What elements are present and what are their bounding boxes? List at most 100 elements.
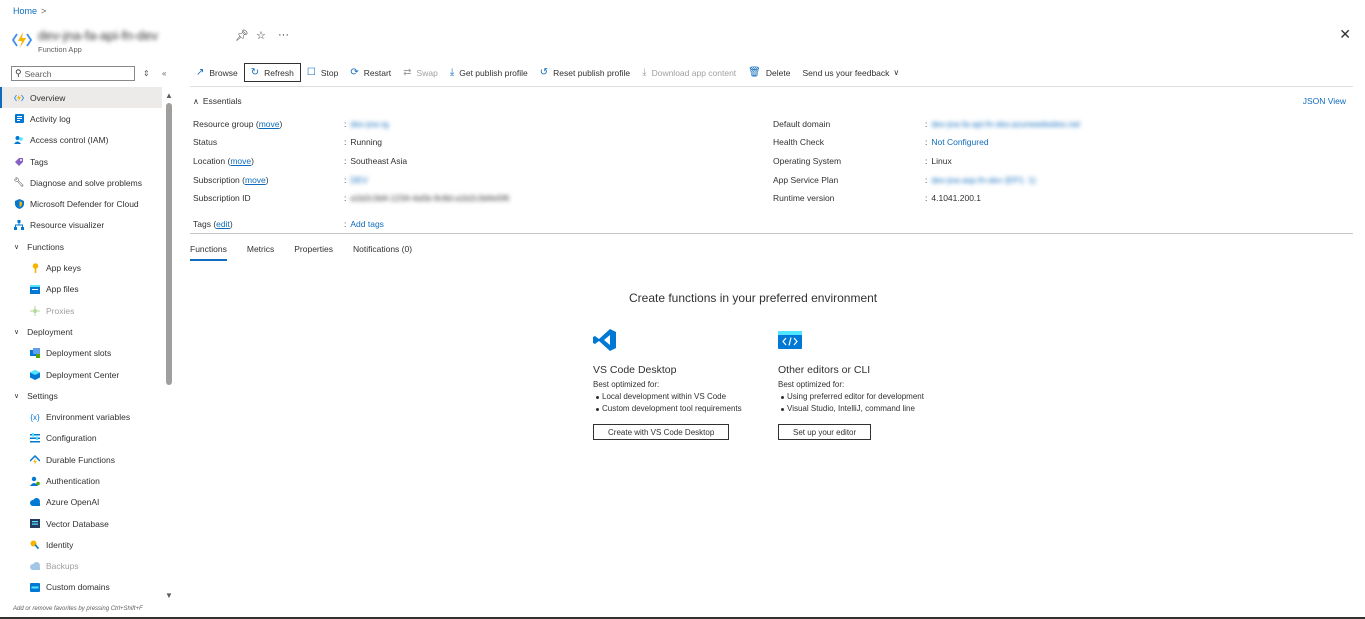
resource-group-move-link[interactable]: move xyxy=(259,119,280,129)
sidebar-item-deployment-center[interactable]: Deployment Center xyxy=(0,364,162,385)
app-service-plan-link[interactable]: dev-jna-asp-fn-dev (EP1: 1) xyxy=(931,175,1035,185)
sidebar-item-vector-database[interactable]: Vector Database xyxy=(0,513,162,534)
sidebar-scrollbar[interactable]: ▲ ▼ xyxy=(165,91,173,601)
function-app-icon xyxy=(12,32,32,48)
restart-button[interactable]: ⟳ Restart xyxy=(344,63,397,82)
download-app-content-button[interactable]: ⤓ Download app content xyxy=(636,63,742,82)
wrench-icon: 🔧︎ xyxy=(13,177,25,188)
sidebar-search[interactable]: ⚲ xyxy=(11,66,135,81)
sidebar-item-custom-domains[interactable]: Custom domains xyxy=(0,577,162,598)
sidebar-item-authentication[interactable]: Authentication xyxy=(0,470,162,491)
essentials-toggle[interactable]: ∧ Essentials xyxy=(193,96,242,106)
vscode-title: VS Code Desktop xyxy=(593,364,677,376)
sort-icon[interactable]: ⇕ xyxy=(143,69,150,78)
sidebar-item-azure-openai[interactable]: Azure OpenAI xyxy=(0,492,162,513)
favorites-hint: Add or remove favorites by pressing Ctrl… xyxy=(13,606,143,612)
set-up-editor-button[interactable]: Set up your editor xyxy=(778,424,872,440)
delete-button[interactable]: 🗑︎ Delete xyxy=(742,63,796,82)
default-domain-link[interactable]: dev-jna-fa-api-fn-dev.azurewebsites.net xyxy=(931,119,1080,129)
sidebar-item-resource-visualizer[interactable]: Resource visualizer xyxy=(0,215,162,236)
tab-functions[interactable]: Functions xyxy=(190,244,227,261)
sidebar-item-identity[interactable]: Identity xyxy=(0,534,162,555)
tab-properties[interactable]: Properties xyxy=(294,244,333,261)
sidebar-item-label: Overview xyxy=(30,92,66,103)
scroll-down-icon[interactable]: ▼ xyxy=(165,591,173,600)
code-editor-icon xyxy=(778,331,802,349)
sidebar-group-deployment[interactable]: ∨ Deployment xyxy=(0,321,162,342)
collapse-sidebar-icon[interactable]: « xyxy=(162,69,166,78)
configuration-icon xyxy=(30,433,40,443)
proxy-icon xyxy=(30,305,40,316)
status-label: Status xyxy=(193,137,218,147)
sidebar-nav: Overview Activity log Access control (IA… xyxy=(0,87,162,598)
subscription-label: Subscription (move) xyxy=(193,175,269,185)
sidebar-item-proxies[interactable]: Proxies xyxy=(0,300,162,321)
stop-button[interactable]: ☐ Stop xyxy=(301,63,344,82)
tab-notifications[interactable]: Notifications (0) xyxy=(353,244,412,261)
page-subtitle: Function App xyxy=(38,45,82,54)
close-icon[interactable]: ✕ xyxy=(1339,26,1351,43)
add-tags-link[interactable]: Add tags xyxy=(350,219,384,229)
vscode-bullets: Local development within VS Code Custom … xyxy=(593,391,742,415)
sidebar-item-activity-log[interactable]: Activity log xyxy=(0,108,162,129)
swap-button[interactable]: ⇄ Swap xyxy=(397,63,444,82)
scroll-thumb[interactable] xyxy=(166,103,172,385)
sidebar-group-settings[interactable]: ∨ Settings xyxy=(0,385,162,406)
open-external-icon: ↗ xyxy=(196,67,205,78)
browse-button[interactable]: ↗ Browse xyxy=(190,63,244,82)
sidebar-group-functions[interactable]: ∨ Functions xyxy=(0,236,162,257)
app-service-plan-label: App Service Plan xyxy=(773,175,839,185)
key-icon xyxy=(30,263,40,274)
get-publish-profile-button[interactable]: ⤓ Get publish profile xyxy=(444,63,534,82)
health-check-link[interactable]: Not Configured xyxy=(931,137,988,147)
default-domain-label: Default domain xyxy=(773,119,831,129)
tab-metrics[interactable]: Metrics xyxy=(247,244,274,261)
pin-icon[interactable]: 📌︎ xyxy=(235,29,249,42)
sidebar-item-access-control[interactable]: Access control (IAM) xyxy=(0,130,162,151)
sidebar-item-label: Microsoft Defender for Cloud xyxy=(30,199,139,210)
tags-edit-link[interactable]: edit xyxy=(216,219,230,229)
reset-publish-profile-button[interactable]: ↺ Reset publish profile xyxy=(534,63,636,82)
code-file-icon xyxy=(30,284,40,294)
database-icon xyxy=(30,519,40,529)
cube-icon xyxy=(30,369,40,380)
search-input[interactable] xyxy=(24,68,125,79)
sidebar-item-app-keys[interactable]: App keys xyxy=(0,257,162,278)
more-icon[interactable]: ··· xyxy=(278,29,289,41)
subscription-move-link[interactable]: move xyxy=(245,175,266,185)
subscription-link[interactable]: DEV xyxy=(350,175,367,185)
sidebar-item-deployment-slots[interactable]: Deployment slots xyxy=(0,343,162,364)
sidebar-item-overview[interactable]: Overview xyxy=(0,87,162,109)
breadcrumb-home[interactable]: Home xyxy=(13,6,37,16)
subscription-value: : DEV xyxy=(344,175,368,185)
sidebar-item-label: Azure OpenAI xyxy=(46,497,100,508)
label-text: Tags xyxy=(193,219,211,229)
sidebar-item-label: App keys xyxy=(46,263,81,274)
scroll-up-icon[interactable]: ▲ xyxy=(165,91,173,100)
variable-icon: {x} xyxy=(30,412,40,422)
location-move-link[interactable]: move xyxy=(230,156,251,166)
restart-label: Restart xyxy=(363,67,392,78)
sidebar: ⚲ ⇕ « Overview Activity log Access contr… xyxy=(0,63,178,619)
refresh-label: Refresh xyxy=(264,67,294,78)
create-with-vscode-button[interactable]: Create with VS Code Desktop xyxy=(593,424,730,440)
tags-label: Tags (edit) xyxy=(193,219,233,229)
cloud-icon xyxy=(30,497,40,507)
sidebar-item-backups[interactable]: Backups xyxy=(0,556,162,577)
json-view-link[interactable]: JSON View xyxy=(1303,96,1346,106)
sidebar-item-tags[interactable]: Tags xyxy=(0,151,162,172)
refresh-button[interactable]: ↻ Refresh xyxy=(243,63,301,82)
sidebar-item-defender[interactable]: Microsoft Defender for Cloud xyxy=(0,193,162,214)
sidebar-item-app-files[interactable]: App files xyxy=(0,279,162,300)
breadcrumb: Home > xyxy=(13,6,46,16)
sidebar-item-durable-functions[interactable]: Durable Functions xyxy=(0,449,162,470)
sidebar-item-label: Deployment xyxy=(27,326,73,337)
sidebar-item-configuration[interactable]: Configuration xyxy=(0,428,162,449)
subscription-id-value: : a1b2c3d4-1234-4a5b-9c8d-a1b2c3d4e5f6 xyxy=(344,193,510,203)
feedback-button[interactable]: Send us your feedback ∨ xyxy=(796,63,905,82)
sidebar-item-environment-variables[interactable]: {x} Environment variables xyxy=(0,406,162,427)
resource-group-link[interactable]: dev-jna-rg xyxy=(350,119,388,129)
star-icon[interactable]: ☆ xyxy=(256,29,266,42)
sidebar-item-diagnose[interactable]: 🔧︎ Diagnose and solve problems xyxy=(0,172,162,193)
sidebar-item-label: Deployment slots xyxy=(46,348,112,359)
